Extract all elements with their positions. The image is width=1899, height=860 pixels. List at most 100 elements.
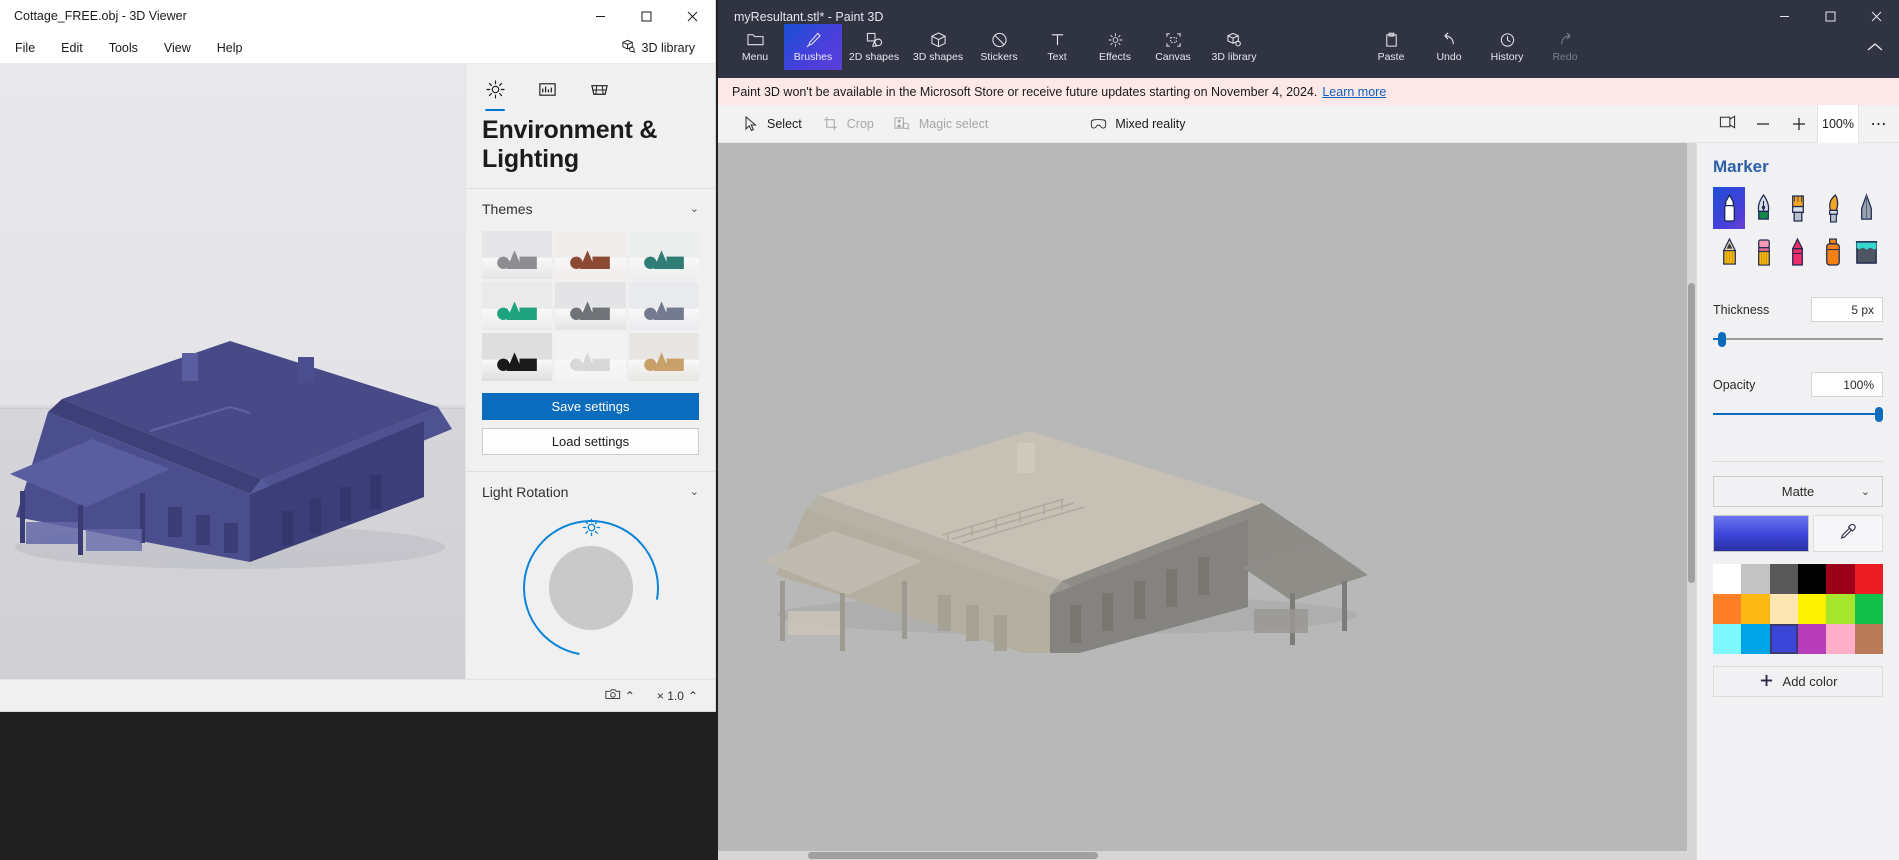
menu-item-file[interactable]: File bbox=[4, 36, 46, 60]
view-3d-icon-button[interactable] bbox=[1709, 105, 1745, 143]
canvas-horizontal-scrollbar[interactable] bbox=[718, 851, 1687, 860]
dial-knob[interactable] bbox=[548, 545, 633, 630]
light-rotation-control[interactable] bbox=[466, 492, 715, 679]
brush-pixel-pen[interactable] bbox=[1851, 187, 1883, 229]
ribbon-undo[interactable]: Undo bbox=[1420, 24, 1478, 70]
theme-swatch-2[interactable] bbox=[555, 230, 626, 279]
tab-grid[interactable] bbox=[586, 78, 612, 104]
zoom-out-button[interactable] bbox=[1745, 105, 1781, 143]
theme-swatch-4[interactable] bbox=[482, 281, 553, 330]
theme-swatch-6[interactable] bbox=[628, 281, 699, 330]
color-swatch-12[interactable] bbox=[1854, 594, 1883, 624]
color-swatch-17[interactable] bbox=[1826, 624, 1855, 654]
themes-section-header[interactable]: Themes ⌄ bbox=[466, 187, 715, 227]
paint-canvas[interactable] bbox=[718, 143, 1696, 860]
color-swatch-8[interactable] bbox=[1741, 594, 1770, 624]
viewer-close-button[interactable] bbox=[669, 0, 715, 32]
ribbon-canvas[interactable]: Canvas bbox=[1144, 24, 1202, 70]
mixed-reality-button[interactable]: Mixed reality bbox=[1080, 111, 1195, 136]
color-swatch-18[interactable] bbox=[1854, 624, 1883, 654]
ribbon-3d-library[interactable]: 3D library bbox=[1202, 24, 1266, 70]
color-swatch-16[interactable] bbox=[1798, 624, 1827, 654]
ribbon-2d-shapes[interactable]: 2D shapes bbox=[842, 24, 906, 70]
brush-calligraphy-pen[interactable] bbox=[1747, 187, 1779, 229]
color-swatch-4[interactable] bbox=[1798, 564, 1827, 594]
brush-icon bbox=[805, 31, 822, 48]
ribbon-text[interactable]: Text bbox=[1028, 24, 1086, 70]
ribbon-paste[interactable]: Paste bbox=[1362, 24, 1420, 70]
ribbon-3d-shapes[interactable]: 3D shapes bbox=[906, 24, 970, 70]
viewer-3d-library-button[interactable]: 3D library bbox=[613, 36, 704, 60]
menu-item-help[interactable]: Help bbox=[206, 36, 254, 60]
brush-crayon[interactable] bbox=[1782, 231, 1814, 273]
ribbon-label: Menu bbox=[741, 51, 769, 63]
color-swatch-13[interactable] bbox=[1713, 624, 1742, 654]
current-color-swatch[interactable] bbox=[1713, 515, 1809, 552]
canvas-vertical-scrollbar[interactable] bbox=[1687, 143, 1696, 860]
add-color-label: Add color bbox=[1782, 674, 1838, 689]
notification-learn-more-link[interactable]: Learn more bbox=[1322, 85, 1386, 99]
color-swatch-14[interactable] bbox=[1741, 624, 1770, 654]
select-tool-button[interactable]: Select bbox=[732, 111, 812, 136]
color-swatch-3[interactable] bbox=[1769, 564, 1798, 594]
sticker-icon bbox=[991, 31, 1008, 48]
theme-swatch-3[interactable] bbox=[628, 230, 699, 279]
thickness-value-field[interactable]: 5 px bbox=[1811, 297, 1883, 322]
viewer-camera-button[interactable]: ⌃ bbox=[600, 685, 640, 706]
brush-fill[interactable] bbox=[1851, 231, 1883, 273]
thickness-slider-knob[interactable] bbox=[1718, 332, 1727, 347]
menu-item-edit[interactable]: Edit bbox=[50, 36, 94, 60]
theme-swatch-9[interactable] bbox=[628, 332, 699, 381]
color-swatch-2[interactable] bbox=[1741, 564, 1770, 594]
ribbon-collapse-button[interactable] bbox=[1855, 24, 1895, 70]
brush-marker[interactable] bbox=[1713, 187, 1746, 229]
load-settings-button[interactable]: Load settings bbox=[482, 427, 699, 455]
color-swatch-5[interactable] bbox=[1826, 564, 1855, 594]
zoom-level-value[interactable]: 100% bbox=[1817, 105, 1859, 143]
opacity-slider-knob[interactable] bbox=[1875, 407, 1883, 422]
more-options-button[interactable]: ⋯ bbox=[1859, 105, 1899, 143]
light-rotation-section-header[interactable]: Light Rotation ⌄ bbox=[466, 470, 715, 510]
menu-item-tools[interactable]: Tools bbox=[98, 36, 149, 60]
brush-oil[interactable] bbox=[1782, 187, 1814, 229]
viewer-maximize-button[interactable] bbox=[623, 0, 669, 32]
color-swatch-15[interactable] bbox=[1769, 624, 1798, 654]
theme-swatch-5[interactable] bbox=[555, 281, 626, 330]
theme-preview-shapes bbox=[497, 249, 537, 269]
color-swatch-1[interactable] bbox=[1713, 564, 1742, 594]
save-settings-button[interactable]: Save settings bbox=[482, 392, 699, 420]
tab-environment-lighting[interactable] bbox=[482, 78, 508, 111]
viewer-3d-viewport[interactable] bbox=[0, 64, 465, 679]
opacity-value-field[interactable]: 100% bbox=[1811, 372, 1883, 397]
brush-spray-can[interactable] bbox=[1816, 231, 1848, 273]
thickness-slider[interactable] bbox=[1713, 328, 1883, 350]
material-dropdown[interactable]: Matte ⌄ bbox=[1713, 476, 1883, 507]
menu-item-view[interactable]: View bbox=[153, 36, 202, 60]
ribbon-menu[interactable]: Menu bbox=[726, 24, 784, 70]
ribbon-brushes[interactable]: Brushes bbox=[784, 24, 842, 70]
eyedropper-button[interactable] bbox=[1813, 515, 1883, 552]
zoom-in-button[interactable] bbox=[1781, 105, 1817, 143]
theme-swatch-7[interactable] bbox=[482, 332, 553, 381]
brush-eraser[interactable] bbox=[1747, 231, 1779, 273]
add-color-button[interactable]: Add color bbox=[1713, 666, 1883, 697]
brush-watercolor[interactable] bbox=[1816, 187, 1848, 229]
scrollbar-thumb[interactable] bbox=[808, 852, 1098, 859]
color-swatch-6[interactable] bbox=[1854, 564, 1883, 594]
viewer-minimize-button[interactable] bbox=[577, 0, 623, 32]
ribbon-history[interactable]: History bbox=[1478, 24, 1536, 70]
color-swatch-10[interactable] bbox=[1798, 594, 1827, 624]
opacity-slider[interactable] bbox=[1713, 403, 1883, 425]
color-swatch-11[interactable] bbox=[1826, 594, 1855, 624]
light-rotation-dial[interactable] bbox=[495, 492, 686, 679]
theme-swatch-8[interactable] bbox=[555, 332, 626, 381]
ribbon-stickers[interactable]: Stickers bbox=[970, 24, 1028, 70]
tab-visual-effects[interactable] bbox=[534, 78, 560, 104]
ribbon-effects[interactable]: Effects bbox=[1086, 24, 1144, 70]
color-swatch-7[interactable] bbox=[1713, 594, 1742, 624]
viewer-scale-button[interactable]: × 1.0 ⌃ bbox=[652, 687, 703, 705]
color-swatch-9[interactable] bbox=[1769, 594, 1798, 624]
scrollbar-thumb[interactable] bbox=[1688, 283, 1695, 583]
brush-pencil[interactable] bbox=[1713, 231, 1745, 273]
theme-swatch-1[interactable] bbox=[482, 230, 553, 279]
